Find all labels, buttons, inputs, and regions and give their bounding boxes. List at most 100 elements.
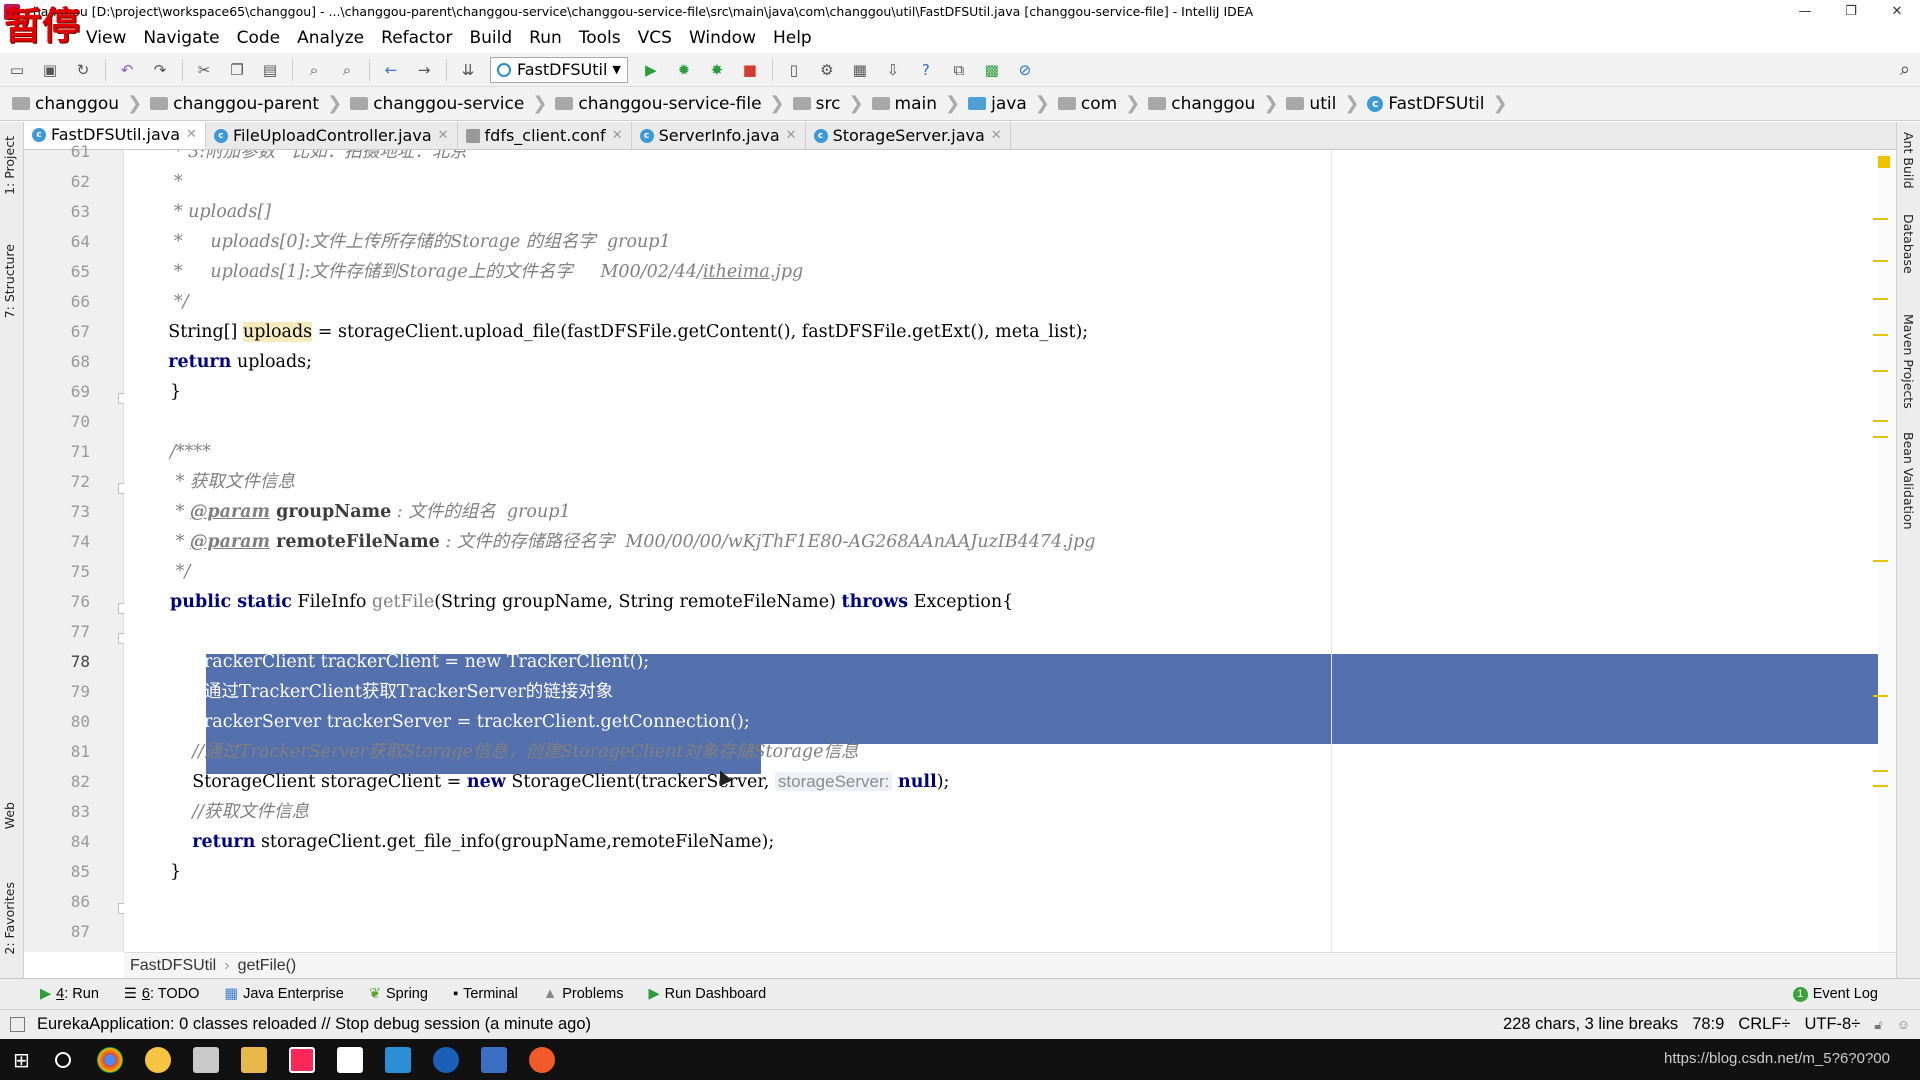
- menu-analyze[interactable]: Analyze: [297, 28, 364, 48]
- error-stripe-mark[interactable]: [1873, 420, 1888, 422]
- debug-icon[interactable]: ✹: [673, 59, 695, 81]
- menu-run[interactable]: Run: [529, 28, 562, 48]
- search-icon[interactable]: [55, 1051, 71, 1068]
- error-stripe-mark[interactable]: [1873, 770, 1888, 772]
- app-icon[interactable]: [481, 1046, 507, 1073]
- editor-gutter[interactable]: 61 62 63 64 65 66 67 68 69 70 71 72 73 7…: [24, 142, 154, 952]
- find-icon[interactable]: ⌕: [303, 59, 325, 81]
- close-icon[interactable]: ✕: [991, 128, 1002, 143]
- crumb-changgou-service[interactable]: changgou-service ❯: [350, 87, 555, 121]
- tool-run-dashboard[interactable]: ▶ Run Dashboard: [648, 986, 766, 1002]
- minimize-button[interactable]: —: [1782, 0, 1828, 23]
- forward-icon[interactable]: →: [413, 59, 435, 81]
- crumb-util[interactable]: util ❯: [1286, 87, 1367, 121]
- tab-fdfs-client-conf[interactable]: fdfs_client.conf ✕: [457, 122, 632, 149]
- tool-structure[interactable]: 7: Structure: [2, 244, 17, 318]
- run-configuration-select[interactable]: FastDFSUtil ▼: [490, 56, 628, 83]
- close-button[interactable]: ✕: [1874, 0, 1920, 23]
- close-icon[interactable]: ✕: [612, 128, 623, 143]
- error-stripe-mark[interactable]: [1873, 785, 1888, 787]
- menu-view[interactable]: View: [86, 28, 126, 48]
- error-stripe-mark[interactable]: [1873, 260, 1888, 262]
- inspector-icon[interactable]: ☺: [1897, 1017, 1910, 1032]
- tool-favorites[interactable]: 2: Favorites: [2, 882, 17, 955]
- crumb-changgou[interactable]: changgou ❯: [12, 87, 150, 121]
- search-icon[interactable]: ⌕: [1900, 59, 1910, 80]
- project-structure-icon[interactable]: ▦: [849, 59, 871, 81]
- lock-icon[interactable]: 🔓︎: [1874, 1017, 1882, 1033]
- crumb-src[interactable]: src ❯: [792, 87, 872, 121]
- attach-icon[interactable]: ▯: [783, 59, 805, 81]
- tool-web[interactable]: Web: [2, 802, 17, 829]
- undo-icon[interactable]: ↶: [116, 59, 138, 81]
- toggle-tool-windows-icon[interactable]: [10, 1017, 25, 1032]
- sync-icon[interactable]: ↻: [72, 59, 94, 81]
- file-encoding[interactable]: UTF-8÷: [1804, 1015, 1860, 1034]
- menu-tools[interactable]: Tools: [579, 28, 621, 48]
- settings-icon[interactable]: ⚙: [816, 59, 838, 81]
- build-icon[interactable]: ⇊: [457, 59, 479, 81]
- maximize-button[interactable]: ❐: [1828, 0, 1874, 23]
- crumb-changgou-pkg[interactable]: changgou ❯: [1148, 87, 1286, 121]
- app-icon[interactable]: [145, 1046, 171, 1073]
- menu-code[interactable]: Code: [237, 28, 281, 48]
- tool-event-log[interactable]: 1 Event Log: [1792, 986, 1878, 1002]
- help-icon[interactable]: ?: [915, 59, 937, 81]
- crumb-method[interactable]: getFile(): [238, 957, 297, 975]
- back-icon[interactable]: ←: [380, 59, 402, 81]
- tab-storageserver[interactable]: c StorageServer.java ✕: [805, 122, 1011, 149]
- save-all-icon[interactable]: ▣: [39, 59, 61, 81]
- tool-database[interactable]: Database: [1901, 214, 1916, 274]
- close-icon[interactable]: ✕: [438, 128, 449, 143]
- copy-icon[interactable]: ❐: [226, 59, 248, 81]
- tool-maven-projects[interactable]: Maven Projects: [1901, 314, 1916, 409]
- menu-window[interactable]: Window: [689, 28, 756, 48]
- tool-java-enterprise[interactable]: ▦ Java Enterprise: [224, 986, 343, 1002]
- caret-position[interactable]: 78:9: [1692, 1015, 1724, 1034]
- replace-icon[interactable]: ⌕: [336, 59, 358, 81]
- tool-terminal[interactable]: ▪ Terminal: [453, 986, 518, 1002]
- menu-build[interactable]: Build: [469, 28, 512, 48]
- open-folder-icon[interactable]: ▭: [6, 59, 28, 81]
- app-icon[interactable]: [529, 1046, 555, 1073]
- stop-icon[interactable]: ■: [739, 59, 761, 81]
- crumb-com[interactable]: com ❯: [1057, 87, 1148, 121]
- app-icon[interactable]: [385, 1046, 411, 1073]
- editor-scrollbar[interactable]: [1878, 150, 1896, 952]
- line-separator[interactable]: CRLF÷: [1738, 1015, 1790, 1034]
- chrome-icon[interactable]: [97, 1046, 123, 1073]
- windows-start-icon[interactable]: ⊞: [13, 1048, 37, 1072]
- tool-ant-build[interactable]: Ant Build: [1901, 132, 1916, 189]
- error-stripe-mark[interactable]: [1873, 298, 1888, 300]
- download-icon[interactable]: ⇩: [882, 59, 904, 81]
- run-icon[interactable]: ▶: [640, 59, 662, 81]
- crumb-changgou-service-file[interactable]: changgou-service-file ❯: [555, 87, 792, 121]
- error-stripe-mark[interactable]: [1873, 436, 1888, 438]
- error-stripe-mark[interactable]: [1873, 370, 1888, 372]
- close-icon[interactable]: ✕: [786, 128, 797, 143]
- tab-fileuploadcontroller[interactable]: c FileUploadController.java ✕: [205, 122, 458, 149]
- menu-vcs[interactable]: VCS: [638, 28, 672, 48]
- tool-project[interactable]: 1: Project: [2, 136, 17, 195]
- tool-problems[interactable]: ▲ Problems: [543, 986, 624, 1002]
- error-stripe-mark[interactable]: [1873, 334, 1888, 336]
- crumb-java[interactable]: java ❯: [968, 87, 1058, 121]
- tab-serverinfo[interactable]: c ServerInfo.java ✕: [631, 122, 806, 149]
- error-stripe-mark[interactable]: [1873, 218, 1888, 220]
- cut-icon[interactable]: ✂: [193, 59, 215, 81]
- vcs-icon[interactable]: ⧉: [948, 59, 970, 81]
- chart-icon[interactable]: ▩: [981, 59, 1003, 81]
- close-icon[interactable]: ✕: [186, 127, 197, 142]
- menu-navigate[interactable]: Navigate: [143, 28, 219, 48]
- crumb-changgou-parent[interactable]: changgou-parent ❯: [150, 87, 350, 121]
- warning-marker-icon[interactable]: [1878, 156, 1890, 168]
- app-icon[interactable]: [433, 1046, 459, 1073]
- no-entry-icon[interactable]: ⊘: [1014, 59, 1036, 81]
- status-message[interactable]: EurekaApplication: 0 classes reloaded //…: [37, 1015, 591, 1034]
- crumb-class[interactable]: FastDFSUtil: [130, 957, 216, 975]
- crumb-main[interactable]: main ❯: [871, 87, 969, 121]
- menu-help[interactable]: Help: [773, 28, 812, 48]
- error-stripe-mark[interactable]: [1873, 560, 1888, 562]
- coverage-icon[interactable]: ✸: [706, 59, 728, 81]
- intellij-taskbar-icon[interactable]: [289, 1046, 315, 1073]
